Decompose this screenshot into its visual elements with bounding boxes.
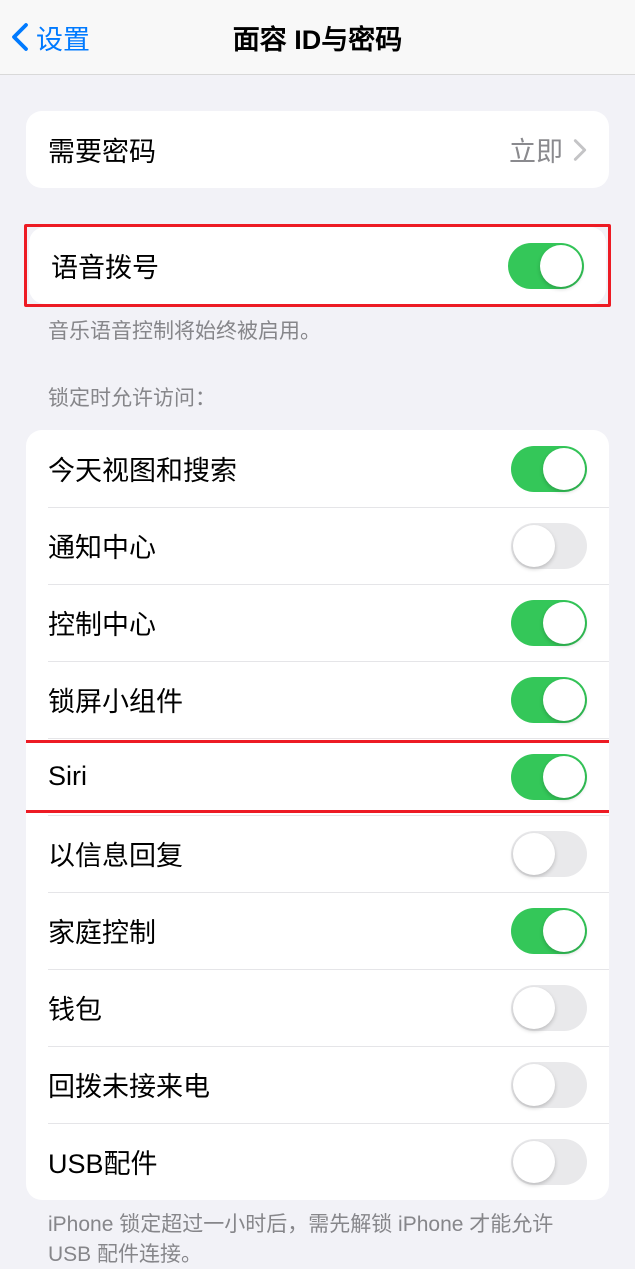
voice-dial-toggle[interactable] — [508, 243, 584, 289]
require-passcode-value: 立即 — [509, 130, 563, 169]
lock-access-item-label: 锁屏小组件 — [48, 680, 183, 719]
lock-access-item-label: 家庭控制 — [48, 911, 156, 950]
lock-access-item-toggle[interactable] — [511, 677, 587, 723]
lock-access-item-label: 控制中心 — [48, 603, 156, 642]
lock-access-row: 控制中心 — [26, 584, 609, 661]
lock-access-item-toggle[interactable] — [511, 1062, 587, 1108]
lock-access-row: 锁屏小组件 — [26, 661, 609, 738]
lock-access-footer: iPhone 锁定超过一小时后，需先解锁 iPhone 才能允许 USB 配件连… — [26, 1200, 609, 1269]
lock-access-item-label: 通知中心 — [48, 526, 156, 565]
back-button[interactable]: 设置 — [10, 18, 90, 57]
lock-access-row: 今天视图和搜索 — [26, 430, 609, 507]
lock-access-header: 锁定时允许访问： — [26, 346, 609, 412]
lock-access-row: 回拨未接来电 — [26, 1046, 609, 1123]
lock-access-row: 家庭控制 — [26, 892, 609, 969]
page-title: 面容 ID与密码 — [233, 18, 403, 57]
require-passcode-row[interactable]: 需要密码 立即 — [26, 111, 609, 188]
voice-dial-footer: 音乐语音控制将始终被启用。 — [26, 307, 609, 346]
lock-access-item-label: 回拨未接来电 — [48, 1065, 210, 1104]
lock-access-item-toggle[interactable] — [511, 523, 587, 569]
lock-access-item-toggle[interactable] — [511, 831, 587, 877]
lock-access-item-label: Siri — [48, 761, 87, 792]
chevron-right-icon — [573, 138, 587, 162]
lock-access-row: 钱包 — [26, 969, 609, 1046]
highlight-voice-dial: 语音拨号 — [24, 224, 611, 307]
nav-bar: 设置 面容 ID与密码 — [0, 0, 635, 75]
lock-access-item-toggle[interactable] — [511, 985, 587, 1031]
lock-access-item-toggle[interactable] — [511, 600, 587, 646]
require-passcode-label: 需要密码 — [48, 130, 156, 169]
lock-access-row: 通知中心 — [26, 507, 609, 584]
lock-access-group: 今天视图和搜索通知中心控制中心锁屏小组件 Siri 以信息回复家庭控制钱包回拨未接来… — [26, 430, 609, 1200]
row-right: 立即 — [509, 130, 587, 169]
lock-access-row: 以信息回复 — [26, 815, 609, 892]
lock-access-item-label: USB配件 — [48, 1142, 158, 1181]
lock-access-row: USB配件 — [26, 1123, 609, 1200]
lock-access-item-toggle[interactable] — [511, 908, 587, 954]
lock-access-item-label: 钱包 — [48, 988, 102, 1027]
lock-access-row: Siri — [26, 738, 609, 815]
chevron-left-icon — [10, 22, 30, 52]
lock-access-item-toggle[interactable] — [511, 1139, 587, 1185]
lock-access-item-label: 今天视图和搜索 — [48, 449, 237, 488]
lock-access-item-toggle[interactable] — [511, 446, 587, 492]
voice-dial-label: 语音拨号 — [51, 246, 159, 285]
passcode-group: 需要密码 立即 — [26, 111, 609, 188]
voice-dial-row: 语音拨号 — [29, 227, 606, 304]
back-label: 设置 — [36, 18, 90, 57]
lock-access-item-toggle[interactable] — [511, 754, 587, 800]
lock-access-item-label: 以信息回复 — [48, 834, 183, 873]
